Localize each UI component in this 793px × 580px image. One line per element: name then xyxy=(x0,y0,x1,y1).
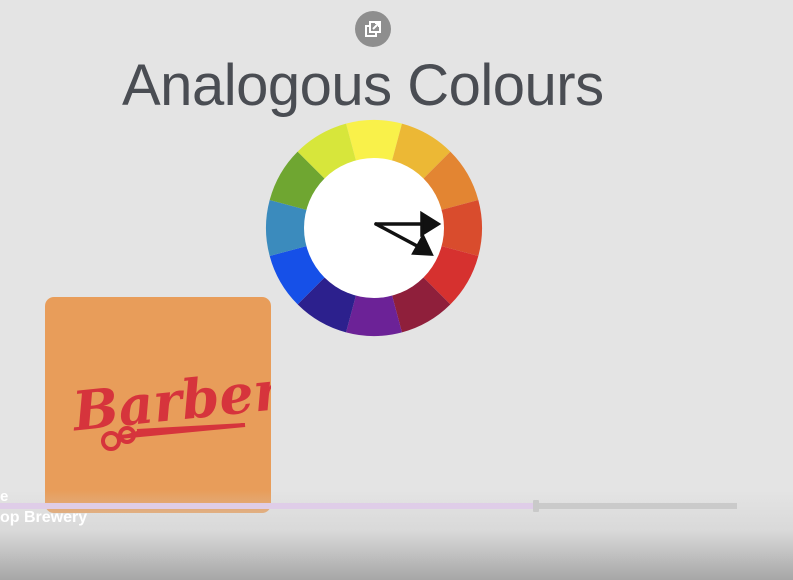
popout-button[interactable] xyxy=(355,11,391,47)
scissors-icon xyxy=(101,423,246,451)
video-progress-handle[interactable] xyxy=(532,500,539,512)
barber-logo-thumbnail: Barber xyxy=(45,297,271,513)
slide-title: Analogous Colours xyxy=(122,53,604,118)
video-progress-fill xyxy=(0,503,536,509)
color-wheel xyxy=(266,120,482,336)
external-window-icon xyxy=(365,21,381,37)
video-overlay-line2: op Brewery xyxy=(0,509,88,526)
video-progress-bar[interactable] xyxy=(0,500,737,512)
